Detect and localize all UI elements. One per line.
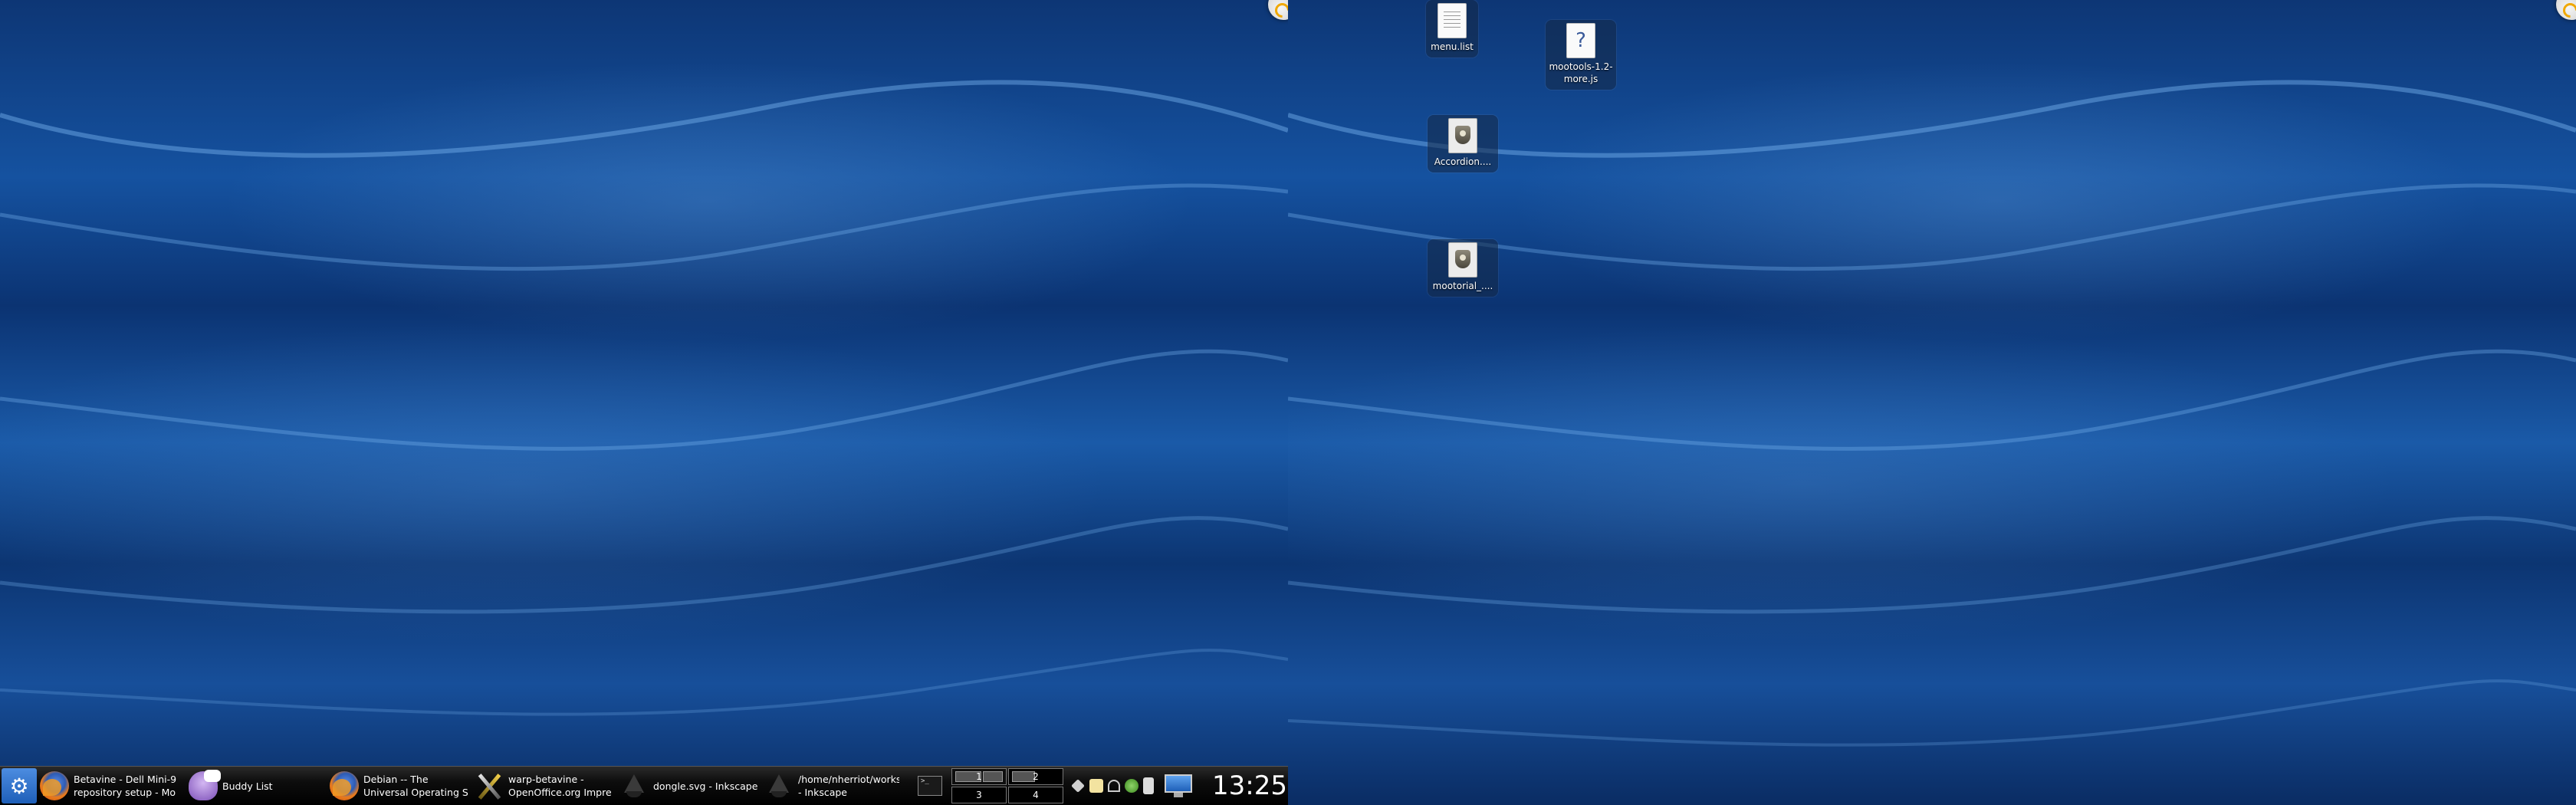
task-label-line2: OpenOffice.org Impre <box>508 787 612 798</box>
pager-desktop-1[interactable]: 1 <box>951 768 1007 785</box>
task-label-line1: warp-betavine - <box>508 774 584 785</box>
desktop-pager: 1 2 3 4 <box>951 768 1063 803</box>
inkscape-icon <box>619 771 649 800</box>
network-icon[interactable] <box>1071 779 1085 793</box>
task-label-line1: Debian -- The <box>363 774 429 785</box>
system-tray <box>1071 777 1154 794</box>
task-debian[interactable]: Debian -- The Universal Operating S <box>330 768 472 803</box>
display-icon[interactable] <box>1158 774 1195 797</box>
wallpaper <box>0 0 1288 805</box>
html-document-icon <box>1448 242 1477 278</box>
desktop-icon-mootorial[interactable]: mootorial_.... <box>1428 239 1498 297</box>
desktop-icon-menu-list[interactable]: menu.list <box>1426 0 1478 58</box>
desktop-icon-label: Accordion.... <box>1434 156 1492 167</box>
task-inkscape-works[interactable]: /home/nherriot/works - Inkscape <box>764 768 902 803</box>
firefox-icon <box>330 771 359 800</box>
task-label-line1: Buddy List <box>222 780 273 792</box>
desktop-icon-accordion[interactable]: Accordion.... <box>1428 115 1498 172</box>
pager-desktop-3[interactable]: 3 <box>951 787 1007 803</box>
right-desktop[interactable]: menu.list ? mootools-1.2- more.js Accord… <box>1288 0 2576 805</box>
html-document-icon <box>1448 118 1477 153</box>
pager-desktop-2[interactable]: 2 <box>1008 768 1063 785</box>
taskbar: ⚙ Betavine - Dell Mini-9 repository setu… <box>0 766 1288 805</box>
task-label-line2: Universal Operating S <box>363 787 468 798</box>
task-buddy-list[interactable]: Buddy List <box>189 768 327 803</box>
left-desktop[interactable]: ⚙ Betavine - Dell Mini-9 repository setu… <box>0 0 1288 805</box>
desktop-icon-label-line2: more.js <box>1563 74 1598 84</box>
clock[interactable]: 13:25 <box>1212 770 1287 801</box>
update-notifier-icon[interactable] <box>1125 779 1138 793</box>
headset-icon[interactable] <box>1108 780 1120 792</box>
task-betavine[interactable]: Betavine - Dell Mini-9 repository setup … <box>40 768 186 803</box>
pidgin-icon <box>189 770 221 800</box>
terminal-launcher-icon[interactable]: >_ <box>918 776 942 796</box>
task-openoffice-impress[interactable]: warp-betavine - OpenOffice.org Impre <box>475 768 616 803</box>
task-label-line2: - Inkscape <box>798 787 848 798</box>
pager-desktop-4[interactable]: 4 <box>1008 787 1063 803</box>
unknown-file-icon: ? <box>1566 23 1595 58</box>
task-inkscape-dongle[interactable]: dongle.svg - Inkscape <box>619 768 761 803</box>
desktop-icon-mootools[interactable]: ? mootools-1.2- more.js <box>1546 20 1616 90</box>
desktop-icon-label-line1: mootools-1.2- <box>1549 61 1613 72</box>
text-document-icon <box>1438 3 1467 38</box>
desktop-icon-label: mootorial_.... <box>1432 281 1493 291</box>
task-label-line1: dongle.svg - Inkscape <box>653 780 758 792</box>
firefox-icon <box>40 771 69 800</box>
openoffice-icon <box>475 771 504 800</box>
kde-logo-icon: ⚙ <box>9 773 29 799</box>
task-label-line1: /home/nherriot/works <box>798 774 899 785</box>
clipboard-icon[interactable] <box>1089 779 1103 793</box>
desktop-icon-label: menu.list <box>1431 41 1474 52</box>
inkscape-icon <box>764 771 794 800</box>
task-label-line1: Betavine - Dell Mini-9 <box>74 774 177 785</box>
battery-icon[interactable] <box>1143 777 1154 794</box>
task-label-line2: repository setup - Mo <box>74 787 176 798</box>
kde-menu-button[interactable]: ⚙ <box>2 768 37 803</box>
